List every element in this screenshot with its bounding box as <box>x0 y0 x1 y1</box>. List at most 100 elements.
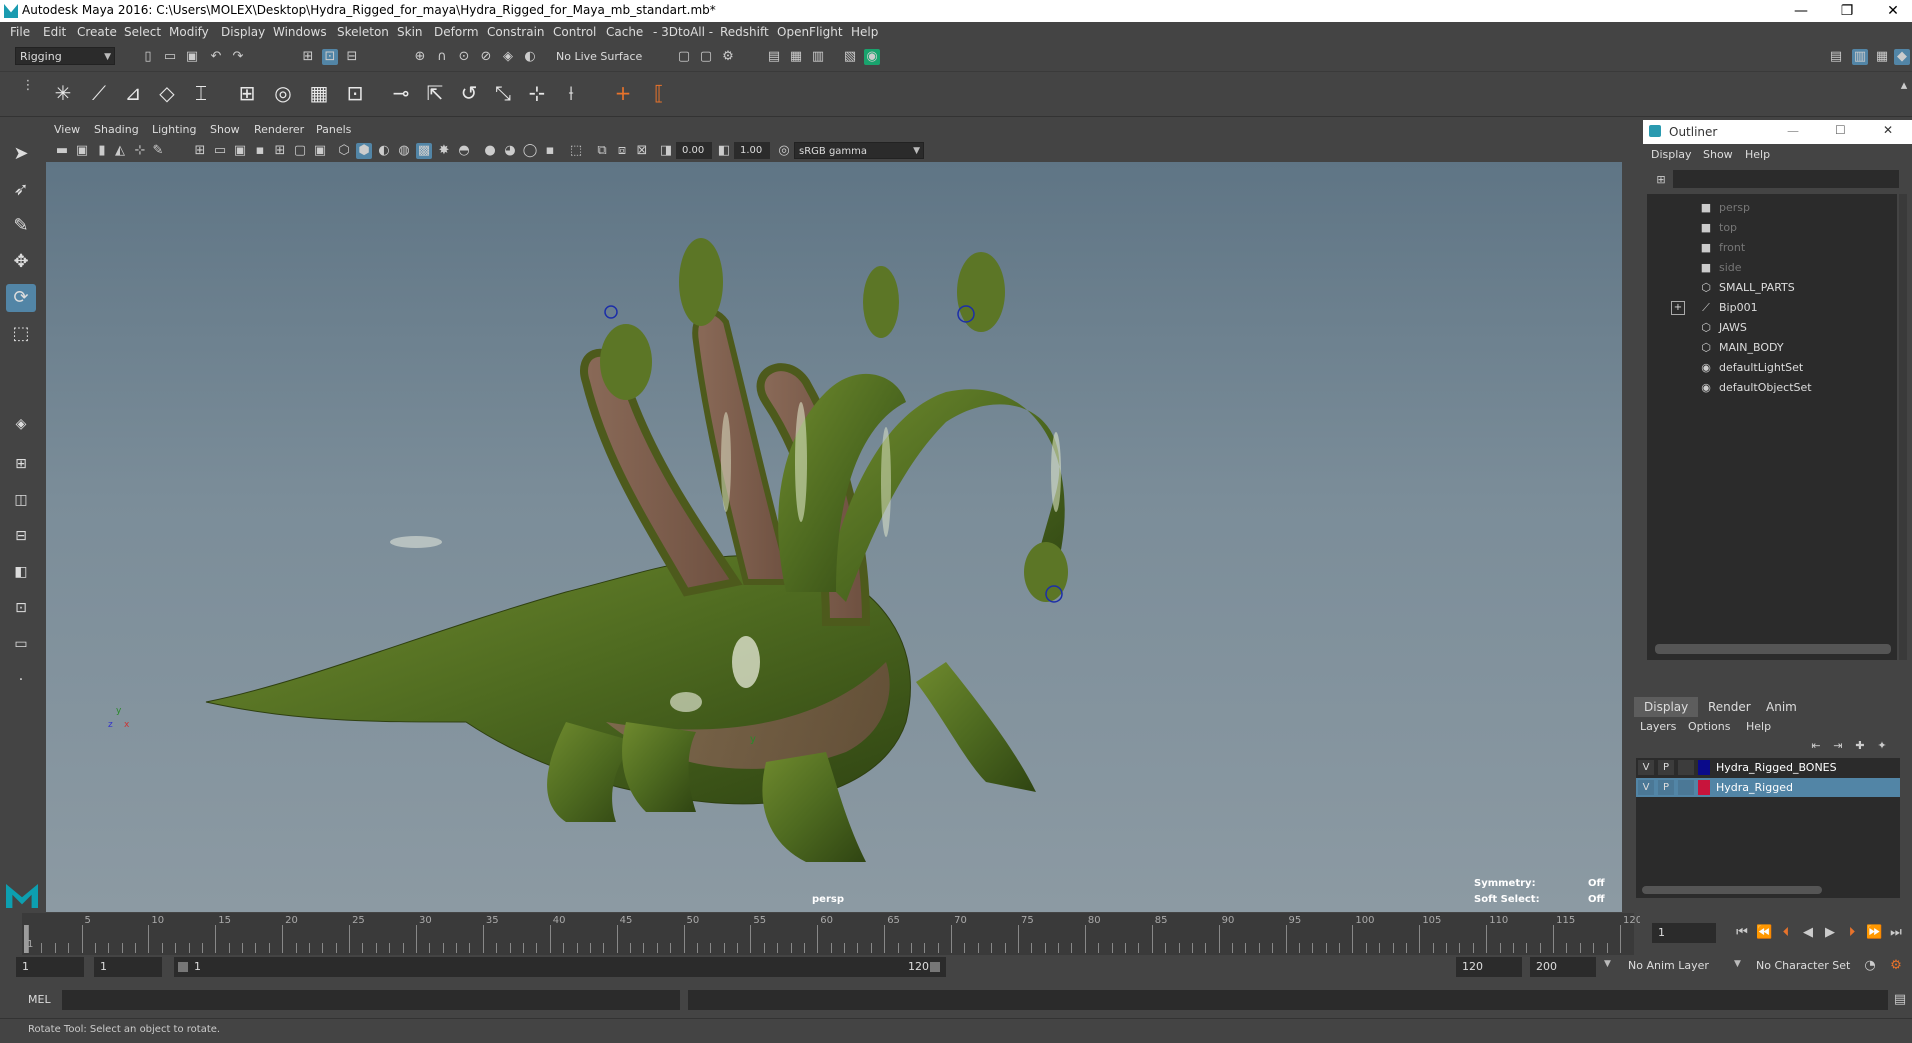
open-scene-icon[interactable]: ▭ <box>162 49 178 65</box>
motion-blur-icon[interactable]: ◕ <box>502 143 518 159</box>
insert-joint-icon[interactable]: ⟋ <box>84 78 114 108</box>
paint-select-tool-icon[interactable]: ✎ <box>6 212 36 240</box>
outliner-item[interactable]: ■ persp <box>1647 198 1897 218</box>
move-layer-down-icon[interactable]: ⇥ <box>1830 738 1846 754</box>
time-slider[interactable]: 1 5 10 15 20 25 30 35 40 45 50 55 60 65 70 75 80 85 90 95 10… <box>22 913 1642 955</box>
expand-icon[interactable]: + <box>1671 301 1685 315</box>
depth-of-field-icon[interactable]: ▪ <box>542 143 558 159</box>
safe-title-icon[interactable]: ▣ <box>312 143 328 159</box>
bookmark-icon[interactable]: ▮ <box>94 143 110 159</box>
layers-menu-options[interactable]: Options <box>1688 720 1730 733</box>
layer-color-swatch[interactable] <box>1698 780 1710 795</box>
menu-file[interactable]: File <box>10 25 30 39</box>
ipr-render-icon[interactable]: ▥ <box>810 49 826 65</box>
step-forward-frame-icon[interactable]: ⏵ <box>1844 925 1860 941</box>
attribute-editor-toggle-icon[interactable]: ▦ <box>1874 49 1890 65</box>
chevron-down-icon[interactable]: ▼ <box>1734 959 1741 969</box>
shelf-options-icon[interactable]: ⋮ <box>20 78 36 94</box>
pole-vector-icon[interactable]: ⟊ <box>556 78 586 108</box>
film-gate-icon[interactable]: ▭ <box>212 143 228 159</box>
menu-skeleton[interactable]: Skeleton <box>337 25 389 39</box>
outliner-item[interactable]: ⬡ JAWS <box>1647 318 1897 338</box>
menuset-dropdown[interactable]: Rigging ▼ <box>15 47 115 65</box>
screen-space-ao-icon[interactable]: ● <box>482 143 498 159</box>
outliner-item[interactable]: ■ side <box>1647 258 1897 278</box>
select-object-icon[interactable]: ⊡ <box>322 49 338 65</box>
menu-windows[interactable]: Windows <box>273 25 327 39</box>
layout-more-icon[interactable]: · <box>6 666 36 694</box>
tab-render[interactable]: Render <box>1698 697 1761 717</box>
live-surface-icon[interactable]: ◐ <box>522 49 538 65</box>
start-time-field[interactable]: 1 <box>16 957 84 977</box>
go-to-start-icon[interactable]: ⏮ <box>1734 925 1750 941</box>
menu-control[interactable]: Control <box>553 25 596 39</box>
outliner-item[interactable]: ⬡ MAIN_BODY <box>1647 338 1897 358</box>
color-management-icon[interactable]: ◎ <box>776 143 792 159</box>
use-all-lights-icon[interactable]: ✸ <box>436 143 452 159</box>
outliner-vscrollbar[interactable] <box>1899 194 1907 660</box>
two-d-pan-icon[interactable]: ⊹ <box>132 143 148 159</box>
bind-skin-icon[interactable]: ⊞ <box>232 78 262 108</box>
snap-point-icon[interactable]: ⊙ <box>456 49 472 65</box>
layer-color-swatch[interactable] <box>1698 760 1710 775</box>
menu-cache[interactable]: Cache <box>606 25 643 39</box>
orient-joint-icon[interactable]: ◇ <box>152 78 182 108</box>
play-backward-icon[interactable]: ◀ <box>1800 925 1816 941</box>
current-time-marker[interactable] <box>24 925 28 953</box>
smooth-shade-icon[interactable]: ⬢ <box>356 143 372 159</box>
xray-joints-icon[interactable]: ⧈ <box>614 143 630 159</box>
layout-outliner-icon[interactable]: ⊡ <box>6 594 36 622</box>
output-ops-icon[interactable]: ▢ <box>698 49 714 65</box>
modeling-toolkit-icon[interactable]: ◆ <box>1894 49 1910 65</box>
outliner-close-icon[interactable]: ✕ <box>1883 123 1893 137</box>
gamma-field[interactable]: 1.00 <box>734 142 770 159</box>
wireframe-icon[interactable]: ⬡ <box>336 143 352 159</box>
safe-action-icon[interactable]: ▢ <box>292 143 308 159</box>
outliner-menu-display[interactable]: Display <box>1651 148 1692 161</box>
step-back-frame-icon[interactable]: ⏴ <box>1778 925 1794 941</box>
layers-menu-layers[interactable]: Layers <box>1640 720 1676 733</box>
image-plane-icon[interactable]: ◭ <box>112 143 128 159</box>
layout-four-icon[interactable]: ⊞ <box>6 450 36 478</box>
cluster-icon[interactable]: ⊡ <box>340 78 370 108</box>
menu-help[interactable]: Help <box>851 25 878 39</box>
menu-modify[interactable]: Modify <box>169 25 209 39</box>
layer-display-type[interactable] <box>1678 760 1694 775</box>
rotate-tool-icon[interactable]: ⟳ <box>6 284 36 312</box>
viewport-persp[interactable]: y y x z persp Symmetry: Off Soft Select:… <box>46 162 1622 912</box>
menu-deform[interactable]: Deform <box>434 25 479 39</box>
outliner-item[interactable]: ■ front <box>1647 238 1897 258</box>
scale-tool-icon[interactable]: ⬚ <box>6 320 36 348</box>
outliner-minimize-icon[interactable]: — <box>1787 124 1799 138</box>
bracket-locator-icon[interactable]: ⟦ <box>644 78 674 108</box>
step-back-key-icon[interactable]: ⏪ <box>1756 925 1772 941</box>
tab-anim[interactable]: Anim <box>1756 697 1807 717</box>
locator-icon[interactable]: + <box>608 78 638 108</box>
outliner-item[interactable]: ⬡ SMALL_PARTS <box>1647 278 1897 298</box>
layer-visibility-toggle[interactable]: V <box>1638 760 1654 775</box>
go-to-end-icon[interactable]: ⏭ <box>1888 925 1904 941</box>
workspace-icon[interactable]: ▤ <box>1828 49 1844 65</box>
layer-row[interactable]: V P Hydra_Rigged_BONES <box>1636 758 1900 777</box>
lattice-icon[interactable]: ▦ <box>304 78 334 108</box>
outliner-hscrollbar[interactable] <box>1655 644 1891 654</box>
colorspace-dropdown[interactable]: sRGB gamma ▼ <box>794 142 924 159</box>
new-layer-icon[interactable]: ✚ <box>1852 738 1868 754</box>
construction-history-icon[interactable]: ⚙ <box>720 49 736 65</box>
outliner-filter-icon[interactable]: ⊞ <box>1653 172 1669 188</box>
menu-3dtoall[interactable]: - 3DtoAll - <box>653 25 713 39</box>
character-set-label[interactable]: No Character Set <box>1756 959 1850 972</box>
grease-pencil-icon[interactable]: ✎ <box>150 143 166 159</box>
play-forward-icon[interactable]: ▶ <box>1822 925 1838 941</box>
vp-menu-view[interactable]: View <box>54 123 80 136</box>
step-forward-key-icon[interactable]: ⏩ <box>1866 925 1882 941</box>
range-handle-start[interactable] <box>178 962 188 972</box>
textured-icon[interactable]: ▩ <box>416 143 432 159</box>
default-material-icon[interactable]: ◐ <box>376 143 392 159</box>
vp-menu-panels[interactable]: Panels <box>316 123 351 136</box>
layer-playback-toggle[interactable]: P <box>1658 760 1674 775</box>
channel-box-toggle-icon[interactable]: ▥ <box>1852 49 1868 65</box>
snap-surface-icon[interactable]: ◈ <box>500 49 516 65</box>
orient-constraint-icon[interactable]: ↺ <box>454 78 484 108</box>
menu-skin[interactable]: Skin <box>397 25 423 39</box>
